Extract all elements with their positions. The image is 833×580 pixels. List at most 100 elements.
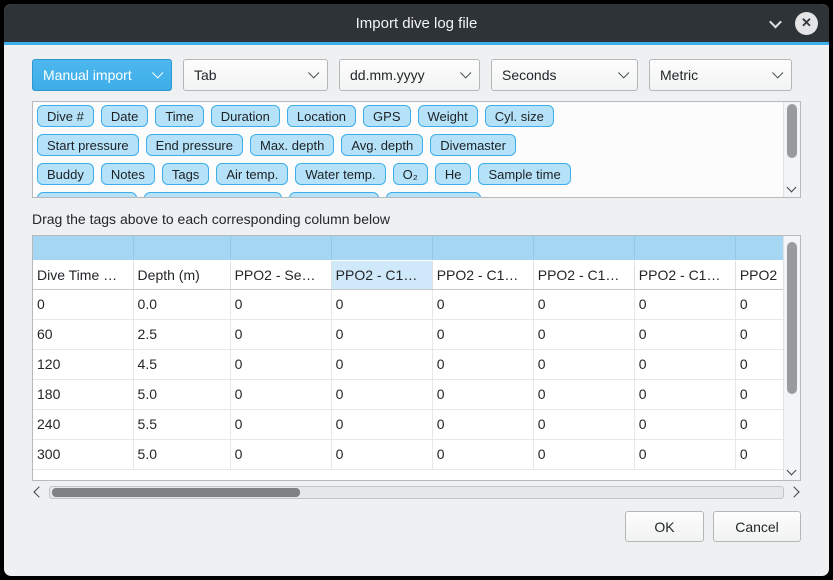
- scroll-down-icon[interactable]: [787, 466, 797, 476]
- table-cell: 5.5: [133, 409, 230, 439]
- column-header[interactable]: PPO2 - C1…: [634, 260, 735, 289]
- tag-cyl-size[interactable]: Cyl. size: [485, 105, 554, 127]
- table-cell: 0: [735, 319, 783, 349]
- column-drop-target[interactable]: [432, 236, 533, 260]
- chevron-down-icon: [460, 67, 471, 78]
- tag-max-depth[interactable]: Max. depth: [250, 134, 334, 156]
- tag-time[interactable]: Time: [155, 105, 203, 127]
- column-header[interactable]: PPO2 - Se…: [230, 260, 331, 289]
- units-combo[interactable]: Metric: [649, 59, 792, 91]
- field-separator-combo[interactable]: Tab: [183, 59, 328, 91]
- tag-sample-po[interactable]: Sample pO₂: [289, 192, 379, 198]
- preview-table-clip: Dive Time …Depth (m)PPO2 - Se…PPO2 - C1……: [33, 236, 783, 480]
- tag-sample-temperature[interactable]: Sample temperature: [144, 192, 282, 198]
- table-row: 1805.0000000: [33, 379, 783, 409]
- dialog-buttons: OK Cancel: [32, 511, 801, 542]
- import-mode-combo[interactable]: Manual import: [32, 59, 172, 91]
- tag-avg-depth[interactable]: Avg. depth: [341, 134, 423, 156]
- scrollbar-handle[interactable]: [52, 488, 300, 497]
- table-cell: 0: [432, 409, 533, 439]
- table-row: 00.0000000: [33, 289, 783, 319]
- table-cell: 0: [432, 289, 533, 319]
- date-format-combo[interactable]: dd.mm.yyyy: [339, 59, 480, 91]
- tag-row: Sample depth Sample temperature Sample pO₂…: [37, 192, 778, 198]
- tag-he[interactable]: He: [435, 163, 472, 185]
- table-cell: 0: [230, 439, 331, 469]
- table-cell: 0.0: [133, 289, 230, 319]
- column-drop-target[interactable]: [331, 236, 432, 260]
- tag-o[interactable]: O₂: [393, 163, 428, 185]
- tag-tags[interactable]: Tags: [162, 163, 209, 185]
- table-cell: 0: [331, 379, 432, 409]
- column-drop-target[interactable]: [533, 236, 634, 260]
- table-cell: 0: [735, 379, 783, 409]
- tag-dive[interactable]: Dive #: [37, 105, 94, 127]
- table-row: 3005.0000000: [33, 439, 783, 469]
- column-drop-target[interactable]: [634, 236, 735, 260]
- column-drop-target[interactable]: [735, 236, 783, 260]
- column-drop-target[interactable]: [33, 236, 133, 260]
- table-cell: 4.5: [133, 349, 230, 379]
- column-header[interactable]: Dive Time …: [33, 260, 133, 289]
- tag-location[interactable]: Location: [287, 105, 356, 127]
- scroll-down-icon[interactable]: [787, 183, 797, 193]
- preview-table-area: Dive Time …Depth (m)PPO2 - Se…PPO2 - C1……: [32, 235, 801, 481]
- tag-notes[interactable]: Notes: [101, 163, 155, 185]
- table-cell: 0: [735, 349, 783, 379]
- scroll-left-icon[interactable]: [33, 486, 44, 497]
- table-cell: 180: [33, 379, 133, 409]
- column-header[interactable]: PPO2 - C1…: [331, 260, 432, 289]
- table-vertical-scrollbar[interactable]: [783, 236, 800, 480]
- table-cell: 0: [533, 289, 634, 319]
- column-header[interactable]: Depth (m): [133, 260, 230, 289]
- chevron-down-icon: [152, 67, 163, 78]
- column-drop-target[interactable]: [133, 236, 230, 260]
- table-cell: 0: [230, 289, 331, 319]
- window-title: Import dive log file: [356, 15, 478, 32]
- scrollbar-handle[interactable]: [787, 104, 797, 158]
- tag-end-pressure[interactable]: End pressure: [146, 134, 243, 156]
- table-cell: 0: [33, 289, 133, 319]
- table-cell: 240: [33, 409, 133, 439]
- scrollbar-handle[interactable]: [787, 242, 797, 394]
- column-drop-target[interactable]: [230, 236, 331, 260]
- tag-weight[interactable]: Weight: [418, 105, 478, 127]
- table-cell: 0: [331, 319, 432, 349]
- drop-target-row: [33, 236, 783, 260]
- scroll-right-icon[interactable]: [788, 486, 799, 497]
- table-horizontal-scrollbar[interactable]: [32, 483, 801, 501]
- table-cell: 0: [230, 349, 331, 379]
- column-header[interactable]: PPO2 - C1…: [432, 260, 533, 289]
- table-cell: 0: [634, 289, 735, 319]
- tag-start-pressure[interactable]: Start pressure: [37, 134, 139, 156]
- tag-buddy[interactable]: Buddy: [37, 163, 94, 185]
- close-button[interactable]: ✕: [795, 12, 818, 35]
- units-value: Metric: [660, 67, 698, 83]
- tag-date[interactable]: Date: [101, 105, 148, 127]
- time-format-combo[interactable]: Seconds: [491, 59, 638, 91]
- table-cell: 0: [634, 409, 735, 439]
- tag-gps[interactable]: GPS: [363, 105, 410, 127]
- field-separator-value: Tab: [194, 67, 217, 83]
- tag-sample-cns[interactable]: Sample CNS: [386, 192, 481, 198]
- ok-button[interactable]: OK: [625, 511, 704, 542]
- column-header[interactable]: PPO2: [735, 260, 783, 289]
- tag-water-temp[interactable]: Water temp.: [295, 163, 385, 185]
- scrollbar-track[interactable]: [49, 486, 784, 499]
- tag-duration[interactable]: Duration: [211, 105, 280, 127]
- table-cell: 5.0: [133, 439, 230, 469]
- column-header[interactable]: PPO2 - C1…: [533, 260, 634, 289]
- tag-row: Start pressure End pressure Max. depth Avg.…: [37, 134, 778, 156]
- titlebar[interactable]: Import dive log file ✕: [4, 4, 829, 42]
- table-cell: 5.0: [133, 379, 230, 409]
- tag-area-scrollbar[interactable]: [783, 102, 800, 197]
- tag-air-temp[interactable]: Air temp.: [216, 163, 288, 185]
- cancel-button[interactable]: Cancel: [713, 511, 801, 542]
- tag-sample-depth[interactable]: Sample depth: [37, 192, 137, 198]
- table-cell: 0: [533, 319, 634, 349]
- table-cell: 0: [331, 349, 432, 379]
- chevron-down-icon[interactable]: [769, 15, 782, 28]
- tag-divemaster[interactable]: Divemaster: [430, 134, 516, 156]
- table-cell: 0: [533, 349, 634, 379]
- tag-sample-time[interactable]: Sample time: [478, 163, 570, 185]
